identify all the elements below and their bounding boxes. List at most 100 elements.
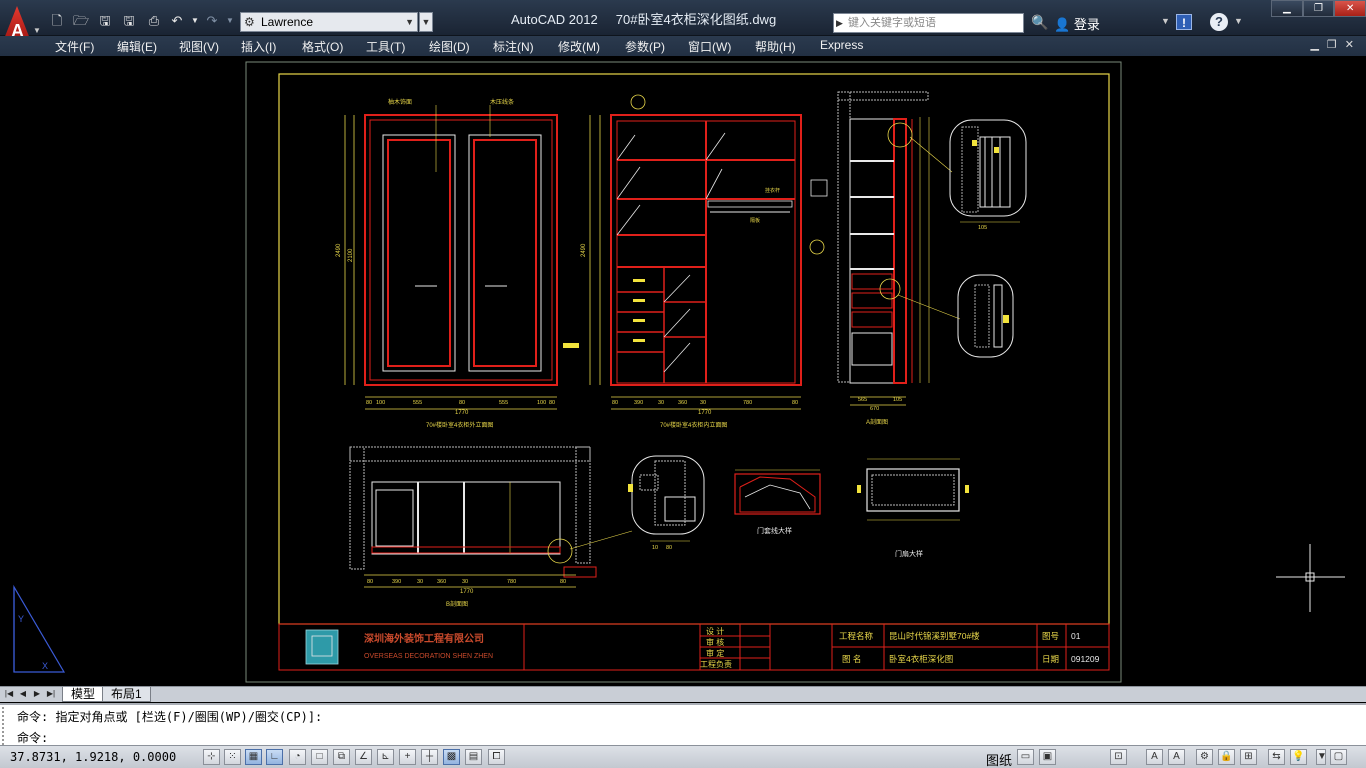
isolate-objects-icon[interactable]: ⇆ <box>1268 749 1285 765</box>
save-as-icon[interactable]: 🖫 <box>120 13 138 29</box>
coordinate-readout[interactable]: 37.8731, 1.9218, 0.0000 <box>10 750 176 764</box>
minimize-button[interactable]: ▁ <box>1271 0 1303 17</box>
dim-height-outer: 2490 <box>336 243 342 257</box>
help-icon[interactable]: ? <box>1210 13 1228 31</box>
print-icon[interactable]: ⎙ <box>145 13 163 29</box>
chevron-down-icon[interactable]: ▼ <box>1234 16 1243 26</box>
workspace-switching-icon[interactable]: ⚙ <box>1196 749 1213 765</box>
close-button[interactable]: ✕ <box>1334 0 1366 17</box>
layout-tab-bar: |◀ ◀ ▶ ▶| 模型 布局1 <box>0 686 1366 702</box>
menu-file[interactable]: 文件(F) <box>55 38 94 55</box>
redo-dropdown-icon[interactable]: ▼ <box>221 13 239 29</box>
ortho-mode-icon[interactable]: ∟ <box>266 749 283 765</box>
menu-window[interactable]: 窗口(W) <box>688 38 731 55</box>
annotation-scale-icon[interactable]: A <box>1146 749 1163 765</box>
dim-depth-part-1: 565 <box>858 397 867 403</box>
tab-layout1[interactable]: 布局1 <box>102 687 151 702</box>
plan-b <box>349 446 633 588</box>
binoculars-search-icon[interactable]: 🔍 <box>1031 14 1048 31</box>
menu-view[interactable]: 视图(V) <box>179 38 219 55</box>
next-tab-icon[interactable]: ▶ <box>32 688 42 700</box>
menu-express[interactable]: Express <box>820 38 863 52</box>
snap-mode-icon[interactable]: ⁙ <box>224 749 241 765</box>
restore-button[interactable]: ❐ <box>1302 0 1335 17</box>
dim-segments-2: 80 390 30 360 30 780 80 <box>612 400 798 406</box>
undo-dropdown-icon[interactable]: ▼ <box>186 13 204 29</box>
lock-icon[interactable]: 🔒 <box>1218 749 1235 765</box>
grid-display-icon[interactable]: ▦ <box>245 749 262 765</box>
dim-seg-1-3: 80 <box>459 400 465 406</box>
clean-screen-icon[interactable]: ▢ <box>1330 749 1347 765</box>
label-moulding: 木压线条 <box>490 98 514 106</box>
role-approve: 审 定 <box>706 648 724 658</box>
chevron-down-icon[interactable]: ▼ <box>1161 16 1170 26</box>
quick-properties-icon[interactable]: ▤ <box>465 749 482 765</box>
dynamic-ucs-icon[interactable]: ⊾ <box>377 749 394 765</box>
dynamic-input-icon[interactable]: + <box>399 749 416 765</box>
detail-top-right <box>949 119 1027 223</box>
annotation-visibility-icon[interactable]: A <box>1168 749 1185 765</box>
lightbulb-icon[interactable]: 💡 <box>1290 749 1307 765</box>
workspace-selector[interactable]: ⚙ Lawrence ▼ <box>240 12 418 32</box>
transparency-icon[interactable]: ▩ <box>443 749 460 765</box>
login-button[interactable]: 👤 登录 <box>1054 14 1100 33</box>
drawing-svg[interactable]: 柚木饰面 木压线条 2490 2100 80 100 555 80 555 10… <box>0 57 1366 687</box>
command-line[interactable]: 命令: 指定对角点或 [栏选(F)/圈围(WP)/圈交(CP)]: 命令: <box>0 703 1366 745</box>
title-plan-b: B剖面图 <box>446 600 468 608</box>
maximize-viewport-icon[interactable]: ⊡ <box>1110 749 1127 765</box>
expand-icon: ▶ <box>836 18 843 28</box>
title-exterior-elevation: 70#楼卧室4衣柜外立面图 <box>426 421 493 429</box>
redo-icon[interactable]: ↷ <box>203 13 221 29</box>
command-prompt[interactable]: 命令: <box>17 729 48 746</box>
quick-view-drawings-icon[interactable]: ▣ <box>1039 749 1056 765</box>
quick-access-customize-button[interactable]: ▼ <box>419 12 433 32</box>
undo-icon[interactable]: ↶ <box>168 13 186 29</box>
polar-tracking-icon[interactable]: ◔ <box>289 749 306 765</box>
dim-seg-2-2: 30 <box>658 400 664 406</box>
menu-help[interactable]: 帮助(H) <box>755 38 796 55</box>
object-snap-tracking-icon[interactable]: ∠ <box>355 749 372 765</box>
command-line-grip[interactable] <box>2 707 10 745</box>
detail-plan-corner <box>628 455 705 542</box>
last-tab-icon[interactable]: ▶| <box>46 688 56 700</box>
menu-tools[interactable]: 工具(T) <box>366 38 405 55</box>
door-leaf-detail <box>857 458 969 521</box>
document-window-controls[interactable]: ▁❐✕ <box>1310 38 1362 51</box>
app-title: AutoCAD 2012 <box>511 12 598 27</box>
company-name-cn: 深圳海外装饰工程有限公司 <box>364 632 484 645</box>
exchange-icon[interactable]: ! <box>1176 14 1192 30</box>
save-icon[interactable]: 🖫 <box>96 13 114 29</box>
menu-insert[interactable]: 插入(I) <box>241 38 276 55</box>
menu-edit[interactable]: 编辑(E) <box>117 38 157 55</box>
chevron-down-icon: ▼ <box>33 26 41 35</box>
menu-draw[interactable]: 绘图(D) <box>429 38 470 55</box>
user-icon: 👤 <box>1054 17 1071 32</box>
role-review: 审 核 <box>706 637 724 647</box>
infer-constraints-icon[interactable]: ⊹ <box>203 749 220 765</box>
hardware-acceleration-icon[interactable]: ⊞ <box>1240 749 1257 765</box>
object-snap-icon[interactable]: □ <box>311 749 328 765</box>
first-tab-icon[interactable]: |◀ <box>4 688 14 700</box>
menu-modify[interactable]: 修改(M) <box>558 38 600 55</box>
tab-model[interactable]: 模型 <box>62 687 105 702</box>
paper-space-label[interactable]: 图纸 <box>986 750 1012 768</box>
drawing-name-label: 图 名 <box>842 654 861 664</box>
new-file-icon[interactable]: 🗋 <box>48 13 66 29</box>
menu-format[interactable]: 格式(O) <box>302 38 343 55</box>
selection-cycling-icon[interactable]: ⧠ <box>488 749 505 765</box>
door-line-detail <box>734 469 821 515</box>
dim-depth-part-2: 105 <box>893 397 902 403</box>
search-input[interactable]: ▶ 键入关键字或短语 <box>833 13 1024 33</box>
quick-view-layouts-icon[interactable]: ▭ <box>1017 749 1034 765</box>
prev-tab-icon[interactable]: ◀ <box>18 688 28 700</box>
chevron-down-icon[interactable]: ▼ <box>1316 749 1327 765</box>
menu-dimension[interactable]: 标注(N) <box>493 38 534 55</box>
dim-depth: 670 <box>870 406 879 412</box>
drawing-canvas[interactable]: 柚木饰面 木压线条 2490 2100 80 100 555 80 555 10… <box>0 57 1366 687</box>
menu-parametric[interactable]: 参数(P) <box>625 38 665 55</box>
3d-object-snap-icon[interactable]: ⧉ <box>333 749 350 765</box>
dim-seg-1-4: 555 <box>499 400 508 406</box>
title-door-leaf-detail: 门扇大样 <box>895 549 923 558</box>
lineweight-icon[interactable]: ┼ <box>421 749 438 765</box>
open-file-icon[interactable]: 🗁 <box>72 13 90 29</box>
